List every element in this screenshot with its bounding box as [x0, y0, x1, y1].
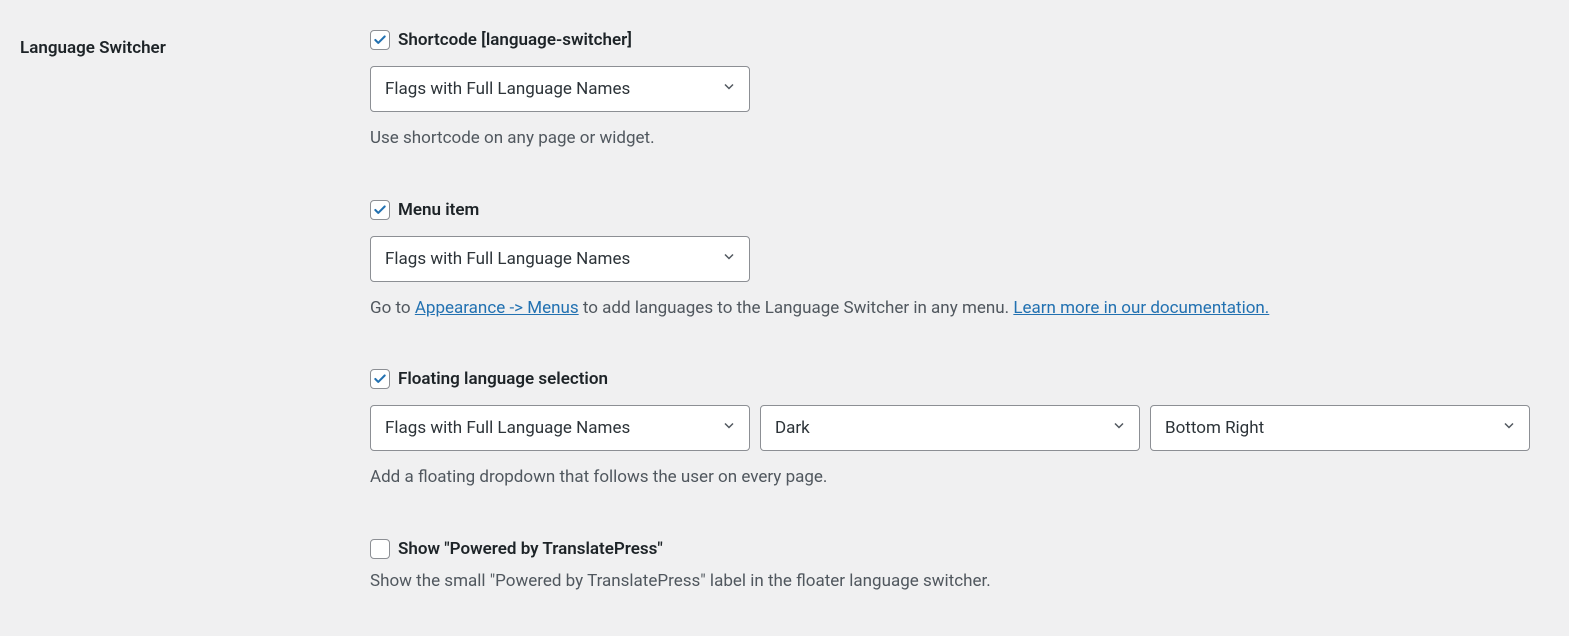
floating-label: Floating language selection — [398, 369, 608, 389]
documentation-link[interactable]: Learn more in our documentation. — [1013, 298, 1269, 318]
menu-item-display-select[interactable]: Flags with Full Language Names — [370, 236, 750, 282]
check-icon — [373, 33, 387, 47]
floating-position-select[interactable]: Bottom Right — [1150, 405, 1530, 451]
floating-checkbox[interactable] — [370, 369, 390, 389]
floating-description: Add a floating dropdown that follows the… — [370, 465, 1549, 491]
select-value: Flags with Full Language Names — [385, 249, 630, 269]
desc-text: to add languages to the Language Switche… — [579, 298, 1014, 318]
select-value: Flags with Full Language Names — [385, 418, 630, 438]
desc-text: Go to — [370, 298, 415, 318]
menu-item-checkbox[interactable] — [370, 200, 390, 220]
powered-by-label: Show "Powered by TranslatePress" — [398, 539, 663, 559]
powered-by-description: Show the small "Powered by TranslatePres… — [370, 569, 1549, 595]
floating-display-select[interactable]: Flags with Full Language Names — [370, 405, 750, 451]
powered-by-option: Show "Powered by TranslatePress" Show th… — [370, 539, 1549, 595]
section-content: Shortcode [language-switcher] Flags with… — [370, 30, 1549, 594]
shortcode-description: Use shortcode on any page or widget. — [370, 126, 1549, 152]
menu-item-description: Go to Appearance -> Menus to add languag… — [370, 296, 1549, 322]
chevron-down-icon — [721, 79, 737, 100]
menu-item-option: Menu item Flags with Full Language Names… — [370, 200, 1549, 322]
appearance-menus-link[interactable]: Appearance -> Menus — [415, 298, 579, 318]
check-icon — [373, 372, 387, 386]
chevron-down-icon — [1111, 418, 1127, 439]
language-switcher-section: Language Switcher Shortcode [language-sw… — [20, 30, 1549, 594]
shortcode-display-select[interactable]: Flags with Full Language Names — [370, 66, 750, 112]
chevron-down-icon — [721, 248, 737, 269]
shortcode-label: Shortcode [language-switcher] — [398, 30, 632, 50]
shortcode-option: Shortcode [language-switcher] Flags with… — [370, 30, 1549, 152]
select-value: Flags with Full Language Names — [385, 79, 630, 99]
section-title: Language Switcher — [20, 30, 370, 58]
menu-item-label: Menu item — [398, 200, 479, 220]
select-value: Dark — [775, 418, 810, 438]
check-icon — [373, 203, 387, 217]
floating-option: Floating language selection Flags with F… — [370, 369, 1549, 491]
powered-by-checkbox[interactable] — [370, 539, 390, 559]
select-value: Bottom Right — [1165, 418, 1264, 438]
shortcode-checkbox[interactable] — [370, 30, 390, 50]
chevron-down-icon — [1501, 418, 1517, 439]
chevron-down-icon — [721, 418, 737, 439]
floating-theme-select[interactable]: Dark — [760, 405, 1140, 451]
